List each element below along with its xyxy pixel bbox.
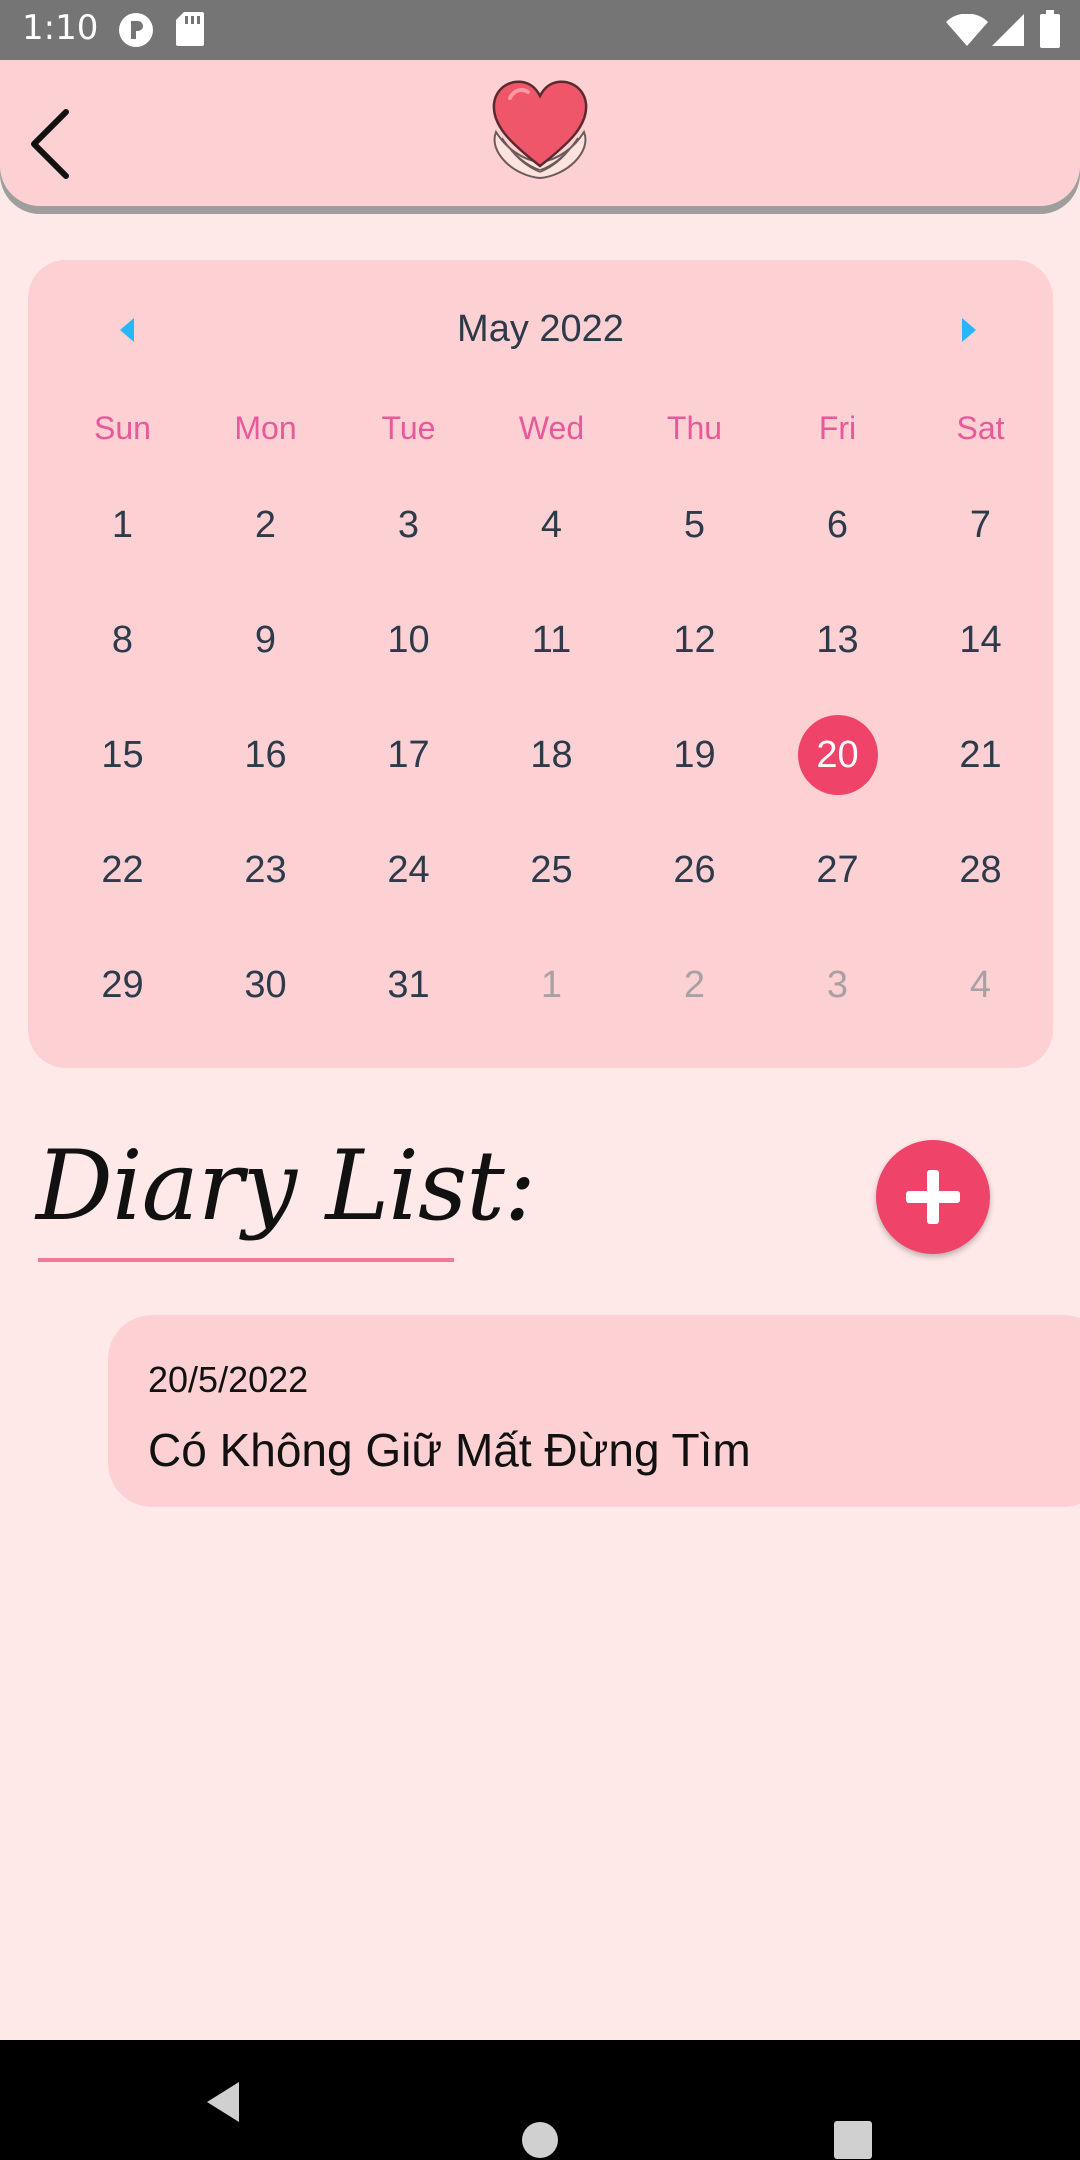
cast-notification-icon [119,13,153,47]
weekday-tue: Tue [381,410,436,446]
diary-list-title: Diary List: [36,1130,536,1242]
calendar-day[interactable]: 18 [480,715,623,795]
calendar-day[interactable]: 30 [194,945,337,1025]
calendar-day-next-month[interactable]: 3 [766,945,909,1025]
add-entry-button[interactable] [876,1140,990,1254]
entry-title: Có Không Giữ Mất Đừng Tìm [148,1424,751,1476]
calendar-day[interactable]: 15 [51,715,194,795]
calendar-day-next-month[interactable]: 2 [623,945,766,1025]
calendar: May 2022 Sun Mon Tue Wed Thu Fri Sat 1 2… [28,260,1053,1068]
calendar-day[interactable]: 21 [909,715,1052,795]
calendar-day[interactable]: 17 [337,715,480,795]
title-underline [38,1258,454,1262]
selected-day-label: 20 [797,715,878,795]
weekday-thu: Thu [666,410,723,446]
weekday-sun: Sun [94,410,151,446]
status-bar: 1:10 [0,0,1080,60]
nav-home-icon[interactable] [522,2122,558,2158]
calendar-day[interactable]: 7 [909,485,1052,565]
calendar-day[interactable]: 14 [909,600,1052,680]
sd-card-icon [176,12,204,46]
calendar-day-next-month[interactable]: 4 [909,945,1052,1025]
calendar-day[interactable]: 10 [337,600,480,680]
calendar-day[interactable]: 9 [194,600,337,680]
calendar-day[interactable]: 27 [766,830,909,910]
calendar-day[interactable]: 31 [337,945,480,1025]
calendar-day[interactable]: 28 [909,830,1052,910]
system-nav-bar [0,2040,1080,2160]
calendar-month-title: May 2022 [457,308,624,350]
next-month-icon[interactable] [948,310,988,350]
diary-entry-card[interactable]: 20/5/2022 Có Không Giữ Mất Đừng Tìm [108,1315,1080,1507]
calendar-day[interactable]: 1 [51,485,194,565]
weekday-fri: Fri [818,410,857,446]
calendar-day-selected[interactable]: 20 [766,715,909,795]
calendar-day[interactable]: 13 [766,600,909,680]
calendar-day[interactable]: 29 [51,945,194,1025]
calendar-day[interactable]: 6 [766,485,909,565]
wifi-icon [946,14,988,46]
back-icon[interactable] [22,104,82,184]
cell-signal-icon [992,14,1024,46]
calendar-day[interactable]: 26 [623,830,766,910]
entry-date: 20/5/2022 [148,1359,309,1400]
calendar-day[interactable]: 3 [337,485,480,565]
calendar-day[interactable]: 8 [51,600,194,680]
calendar-day[interactable]: 19 [623,715,766,795]
calendar-day[interactable]: 5 [623,485,766,565]
status-time: 1:10 [22,8,99,48]
calendar-day[interactable]: 16 [194,715,337,795]
weekday-mon: Mon [234,410,297,446]
battery-icon [1040,10,1060,48]
calendar-day[interactable]: 22 [51,830,194,910]
calendar-day[interactable]: 11 [480,600,623,680]
weekday-wed: Wed [518,410,585,446]
app-bar [0,60,1080,206]
weekday-sat: Sat [956,410,1005,446]
nav-recents-icon[interactable] [834,2121,872,2159]
calendar-day[interactable]: 2 [194,485,337,565]
calendar-day[interactable]: 23 [194,830,337,910]
calendar-day-next-month[interactable]: 1 [480,945,623,1025]
calendar-day[interactable]: 24 [337,830,480,910]
calendar-day[interactable]: 25 [480,830,623,910]
heart-hands-logo-icon [492,80,588,180]
nav-back-icon[interactable] [203,2080,243,2124]
calendar-day[interactable]: 12 [623,600,766,680]
calendar-day[interactable]: 4 [480,485,623,565]
